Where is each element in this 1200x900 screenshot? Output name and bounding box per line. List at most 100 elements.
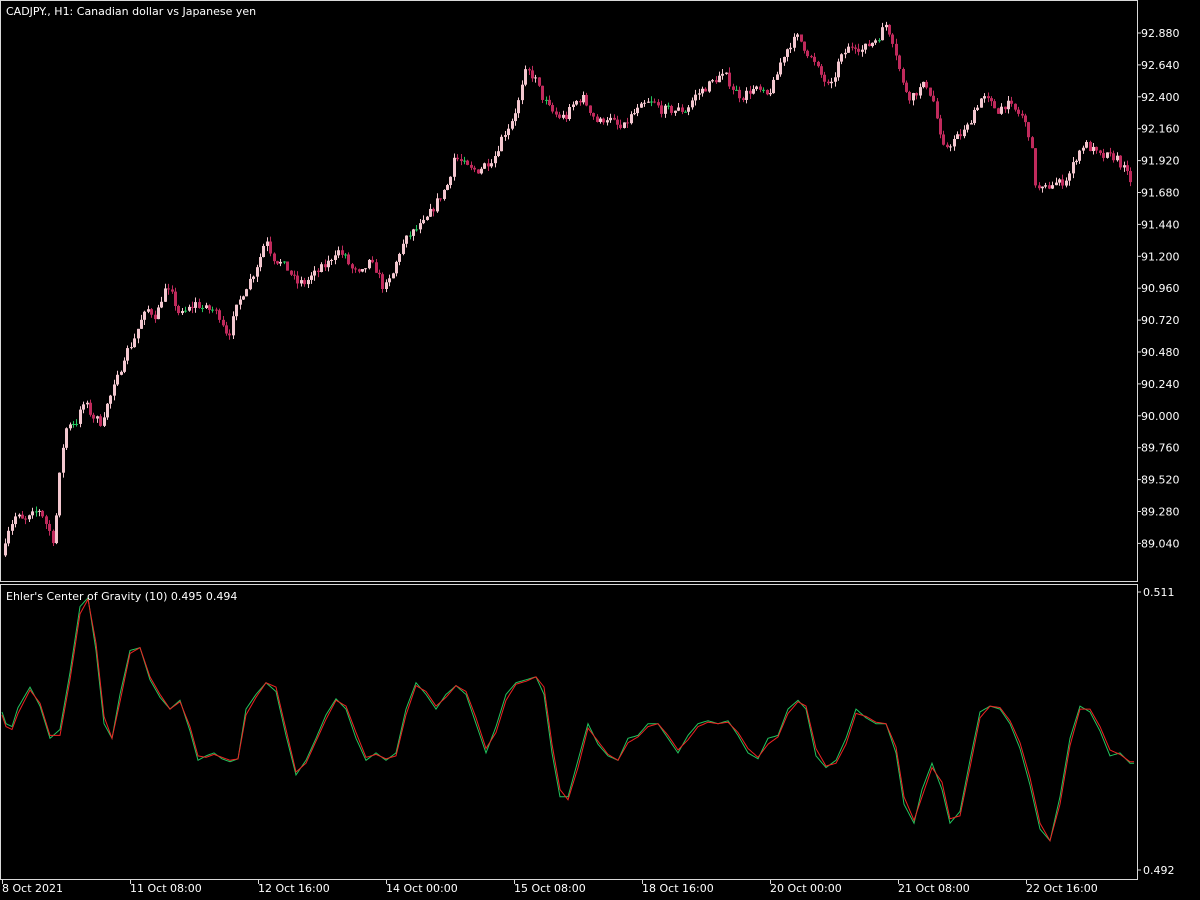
candle-body <box>1112 153 1115 161</box>
candle-body <box>874 40 877 43</box>
candle-body <box>500 136 503 152</box>
candle-body <box>851 46 854 48</box>
candle-body <box>385 282 388 290</box>
candle-body <box>109 395 112 404</box>
candle-body <box>160 301 163 308</box>
candle-body <box>565 114 568 120</box>
candle-body <box>371 259 374 263</box>
candle-body <box>973 109 976 124</box>
candle-body <box>711 80 714 82</box>
candle-body <box>130 347 133 349</box>
candle-body <box>606 120 609 123</box>
candle-body <box>997 108 1000 114</box>
candle-body <box>987 96 990 99</box>
candle-body <box>531 70 534 79</box>
candle-body <box>868 43 871 47</box>
price-tick-label: 91.680 <box>1141 187 1180 200</box>
candle-body <box>1034 148 1037 186</box>
candle-body <box>208 305 211 310</box>
candle-body <box>1119 155 1122 168</box>
candle-body <box>827 81 830 84</box>
candle-body <box>218 310 221 320</box>
candle-body <box>147 309 150 312</box>
candle-body <box>188 306 191 311</box>
candle-body <box>307 279 310 285</box>
candle-body <box>810 56 813 58</box>
candle-body <box>1102 152 1105 158</box>
candle-body <box>718 75 721 83</box>
candle-body <box>52 530 55 544</box>
candle-body <box>742 98 745 100</box>
candle-body <box>113 384 116 396</box>
candle-body <box>776 74 779 80</box>
candle-body <box>701 88 704 94</box>
candle-body <box>738 89 741 99</box>
candle-body <box>167 288 170 290</box>
candle-body <box>174 291 177 306</box>
candle-body <box>854 47 857 49</box>
candle-body <box>106 403 109 418</box>
time-tick-label: 21 Oct 08:00 <box>898 882 970 895</box>
candle-body <box>517 100 520 114</box>
candle-body <box>541 85 544 100</box>
candle-body <box>789 47 792 50</box>
candle-body <box>1065 180 1068 186</box>
candle-body <box>749 90 752 94</box>
candle-body <box>1116 155 1119 161</box>
candle-body <box>626 122 629 124</box>
candle-body <box>24 518 27 520</box>
candle-body <box>239 299 242 305</box>
candle-body <box>864 43 867 50</box>
candle-body <box>1031 137 1034 149</box>
candle-body <box>273 253 276 262</box>
indicator-tick-label: 0.492 <box>1143 864 1175 877</box>
candle-body <box>1082 147 1085 151</box>
candle-body <box>470 164 473 168</box>
candle-body <box>300 280 303 284</box>
candle-body <box>902 69 905 83</box>
candle-body <box>582 94 585 103</box>
candle-body <box>840 54 843 62</box>
candle-body <box>232 316 235 336</box>
candle-body <box>732 86 735 90</box>
candle-body <box>766 89 769 95</box>
candle-body <box>205 305 208 308</box>
candle-body <box>786 49 789 57</box>
candle-body <box>545 99 548 101</box>
price-tick-label: 91.200 <box>1141 250 1180 263</box>
candle-body <box>830 81 833 84</box>
candle-body <box>1014 103 1017 110</box>
candle-body <box>347 254 350 265</box>
candle-body <box>803 41 806 51</box>
candle-body <box>79 409 82 424</box>
candle-body <box>956 134 959 140</box>
candle-body <box>181 311 184 314</box>
candle-body <box>677 107 680 111</box>
candle-body <box>1126 165 1129 172</box>
candle-body <box>633 113 636 115</box>
candle-body <box>878 40 881 42</box>
candle-body <box>310 275 313 280</box>
candle-body <box>745 90 748 100</box>
price-tick-label: 92.880 <box>1141 27 1180 40</box>
time-tick-label: 14 Oct 00:00 <box>386 882 458 895</box>
candle-body <box>691 100 694 108</box>
candle-body <box>4 543 7 556</box>
candle-body <box>392 273 395 279</box>
candle-body <box>409 235 412 237</box>
candle-body <box>1109 152 1112 154</box>
candle-body <box>375 262 378 273</box>
candle-body <box>184 310 187 312</box>
candle-body <box>72 424 75 426</box>
candle-body <box>759 86 762 90</box>
candle-body <box>21 514 24 519</box>
candle-body <box>983 96 986 99</box>
candle-body <box>1089 141 1092 152</box>
time-tick-label: 11 Oct 08:00 <box>130 882 202 895</box>
candle-body <box>92 414 95 419</box>
candle-body <box>334 255 337 261</box>
candle-body <box>823 74 826 82</box>
candle-body <box>735 89 738 91</box>
indicator-title: Ehler's Center of Gravity (10) 0.495 0.4… <box>6 590 237 603</box>
candle-body <box>834 77 837 82</box>
